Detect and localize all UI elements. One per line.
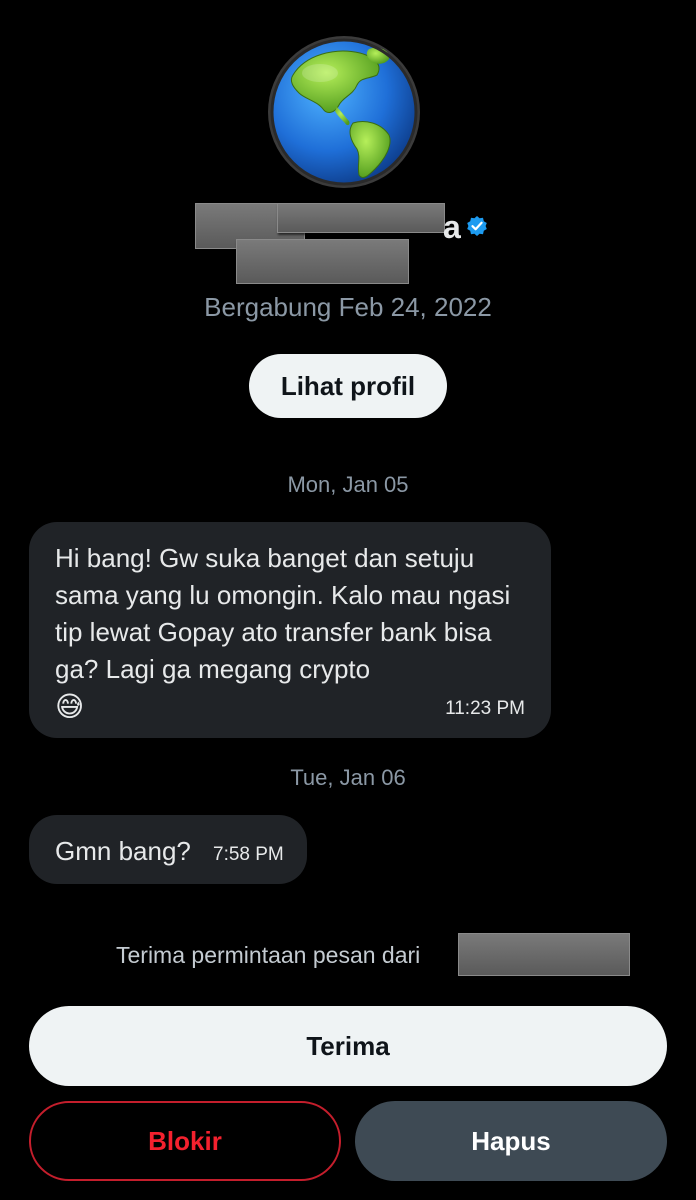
accept-button[interactable]: Terima: [29, 1006, 667, 1086]
redacted-name-block: [277, 203, 445, 233]
redacted-sender-block: [458, 933, 630, 976]
dm-request-screen: a Bergabung Feb 24, 2022 Lihat profil Mo…: [0, 0, 696, 1200]
delete-button[interactable]: Hapus: [355, 1101, 667, 1181]
verified-badge-icon: [467, 216, 487, 236]
block-button[interactable]: Blokir: [29, 1101, 341, 1181]
date-separator: Mon, Jan 05: [287, 472, 409, 497]
view-profile-button[interactable]: Lihat profil: [249, 354, 447, 418]
request-prompt: Terima permintaan pesan dari: [116, 942, 421, 968]
message-timestamp: 7:58 PM: [213, 844, 284, 865]
message-bubble[interactable]: Gmn bang? 7:58 PM: [29, 815, 307, 884]
profile-name: a: [195, 203, 505, 284]
message-text: Gmn bang?: [55, 836, 191, 866]
message-timestamp: 11:23 PM: [445, 698, 525, 719]
grinning-sweat-emoji-icon: 😅: [55, 691, 85, 722]
message-bubble[interactable]: Hi bang! Gw suka banget dan setuju sama …: [29, 522, 551, 738]
avatar[interactable]: [265, 35, 423, 190]
joined-date: Bergabung Feb 24, 2022: [204, 292, 492, 322]
redacted-handle-block: [236, 239, 409, 284]
date-separator: Tue, Jan 06: [290, 765, 406, 790]
profile-name-tail: a: [443, 209, 461, 245]
message-text: Hi bang! Gw suka banget dan setuju sama …: [55, 543, 511, 684]
